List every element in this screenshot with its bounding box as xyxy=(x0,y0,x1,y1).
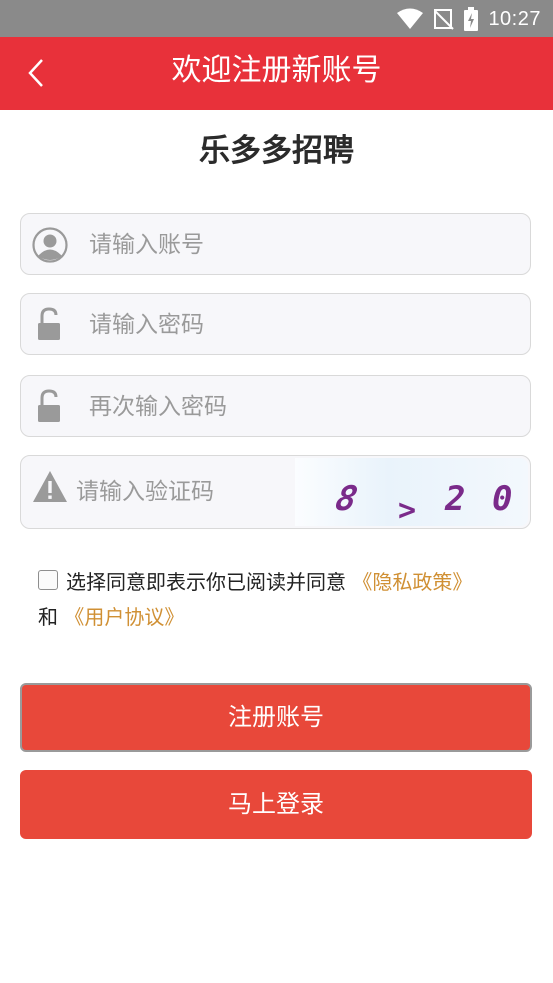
user-avatar-icon xyxy=(32,227,68,263)
agreement: 选择同意即表示你已阅读并同意 《隐私政策》 和 《用户协议》 xyxy=(38,565,528,635)
user-agreement-link[interactable]: 《用户协议》 xyxy=(64,605,184,629)
chevron-left-icon xyxy=(28,59,43,87)
captcha-char: 2 xyxy=(444,479,465,519)
captcha-char: 8 xyxy=(332,479,361,519)
privacy-policy-link[interactable]: 《隐私政策》 xyxy=(352,570,472,594)
account-input[interactable] xyxy=(87,214,511,276)
brand-name: 乐多多招聘 xyxy=(199,133,354,169)
agree-checkbox[interactable] xyxy=(38,570,58,590)
warning-icon xyxy=(33,471,67,502)
login-button[interactable]: 马上登录 xyxy=(20,770,532,839)
account-field xyxy=(20,213,531,276)
unlock-icon xyxy=(38,307,60,340)
battery-icon xyxy=(464,7,479,31)
page-title: 欢迎注册新账号 xyxy=(171,53,382,88)
back-button[interactable] xyxy=(20,55,56,91)
confirm-password-input[interactable] xyxy=(87,376,511,438)
captcha-input[interactable] xyxy=(74,456,318,528)
captcha-image[interactable]: 8 > 2 0 xyxy=(295,458,528,528)
status-bar: 10:27 xyxy=(0,0,553,37)
wifi-icon xyxy=(397,8,424,29)
app-bar: 欢迎注册新账号 xyxy=(0,37,553,110)
agreement-text: 选择同意即表示你已阅读并同意 xyxy=(66,570,346,594)
confirm-password-field xyxy=(20,375,531,438)
captcha-field: 8 > 2 0 xyxy=(20,455,531,529)
captcha-char: > xyxy=(398,493,416,526)
status-icons: 10:27 xyxy=(396,7,541,31)
password-field xyxy=(20,293,531,356)
password-input[interactable] xyxy=(87,294,511,356)
no-signal-icon xyxy=(434,9,455,30)
agreement-and: 和 xyxy=(38,605,58,629)
register-button[interactable]: 注册账号 xyxy=(20,683,532,752)
unlock-icon xyxy=(38,389,60,422)
clock: 10:27 xyxy=(488,7,541,30)
captcha-chars: 8 > 2 0 xyxy=(332,479,512,528)
captcha-char: 0 xyxy=(492,479,512,519)
